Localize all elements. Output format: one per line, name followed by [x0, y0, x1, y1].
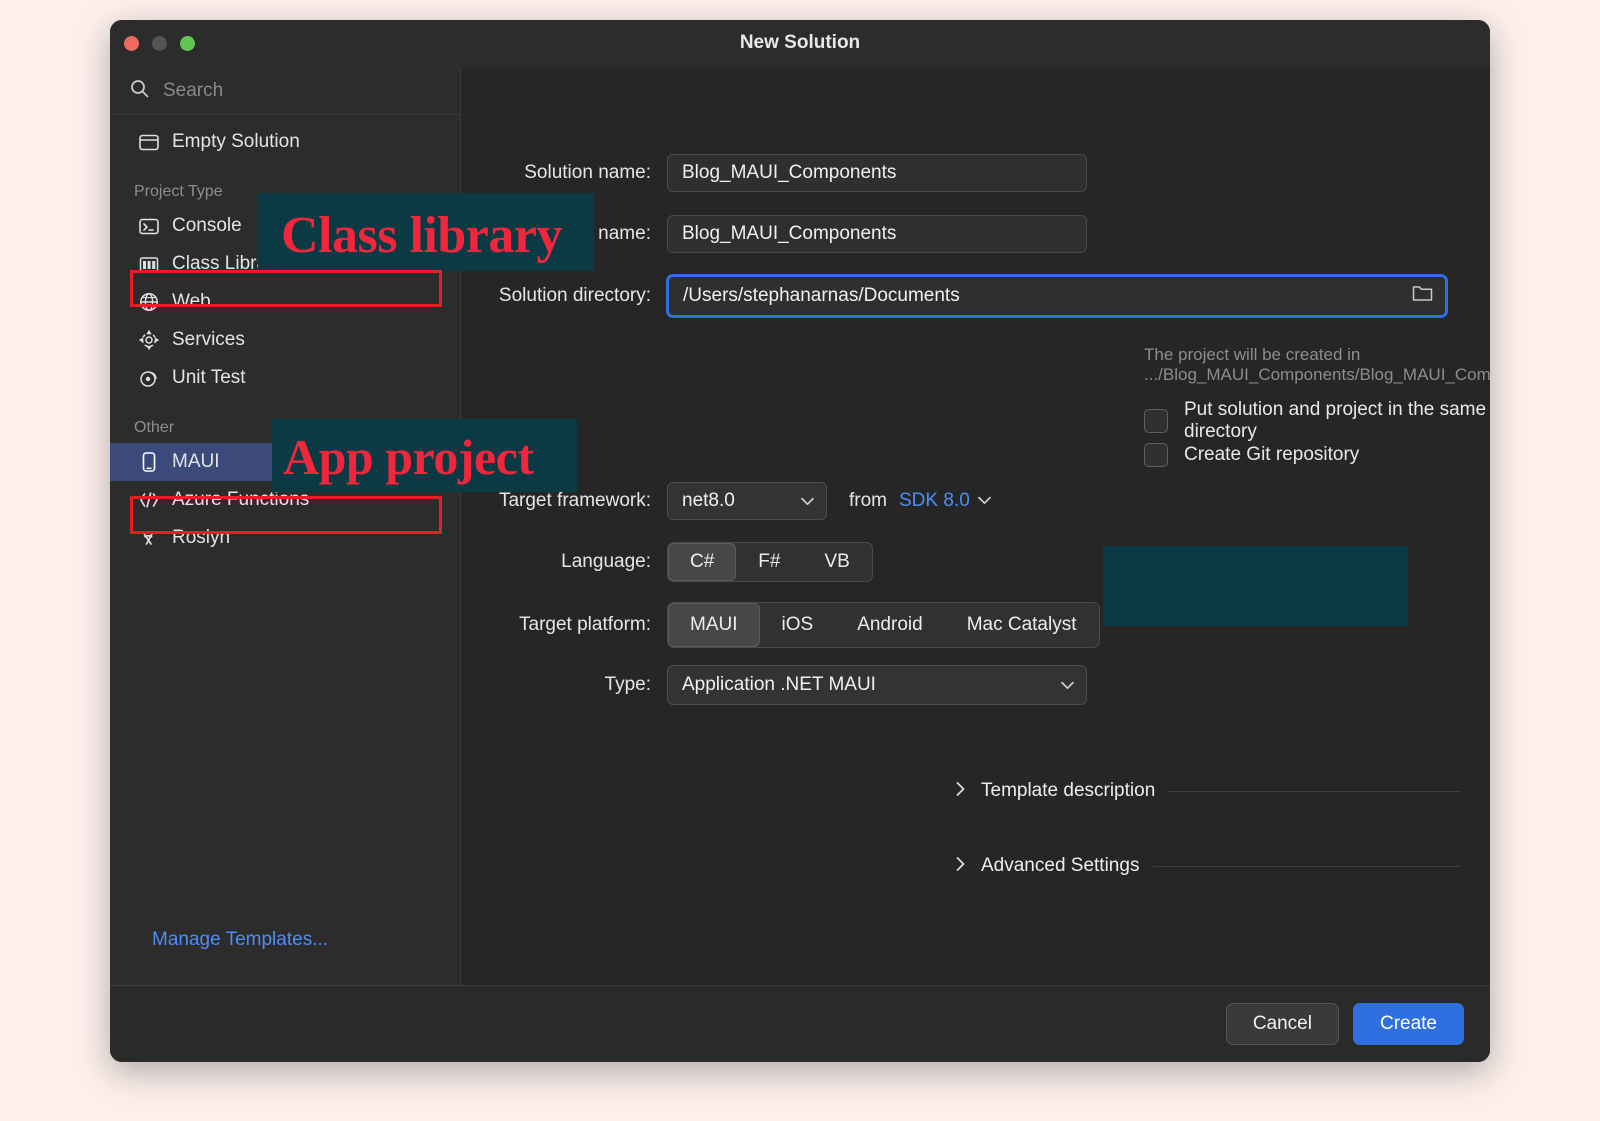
- type-select[interactable]: Application .NET MAUI: [667, 665, 1087, 705]
- highlight-class-library: [130, 270, 442, 307]
- language-segmented-control[interactable]: C# F# VB: [667, 542, 873, 582]
- divider: [1153, 865, 1460, 867]
- target-framework-select[interactable]: net8.0: [667, 482, 827, 520]
- type-value: Application .NET MAUI: [682, 674, 876, 695]
- template-description-disclosure[interactable]: Template description: [956, 780, 1460, 802]
- test-icon: [138, 367, 160, 389]
- type-row: Type: Application .NET MAUI: [461, 665, 1087, 705]
- target-platform-row: Target platform: MAUI iOS Android Mac Ca…: [461, 602, 1100, 648]
- language-label: Language:: [561, 551, 651, 572]
- solution-name-input[interactable]: [667, 154, 1087, 192]
- target-platform-segmented-control[interactable]: MAUI iOS Android Mac Catalyst: [667, 602, 1100, 648]
- divider: [1169, 790, 1460, 792]
- highlight-maui: [130, 496, 442, 534]
- project-name-input[interactable]: [667, 215, 1087, 253]
- page-title: New Solution: [739, 32, 861, 53]
- chevron-right-icon: [956, 781, 965, 801]
- create-button[interactable]: Create: [1352, 1003, 1464, 1045]
- target-platform-option-mac-catalyst[interactable]: Mac Catalyst: [945, 603, 1099, 647]
- target-platform-option-maui[interactable]: MAUI: [668, 603, 760, 647]
- solution-directory-label: Solution directory:: [498, 285, 651, 306]
- chevron-right-icon: [956, 856, 965, 876]
- sidebar-item-unit-test[interactable]: Unit Test: [110, 359, 460, 397]
- manage-templates-link[interactable]: Manage Templates...: [110, 929, 460, 985]
- target-platform-option-android[interactable]: Android: [835, 603, 945, 647]
- form-pane: Solution name: Project name: Solution di…: [461, 68, 1490, 985]
- folder-icon[interactable]: [1412, 285, 1433, 308]
- language-row: Language: C# F# VB: [461, 542, 873, 582]
- advanced-settings-disclosure[interactable]: Advanced Settings: [956, 855, 1460, 877]
- cancel-button[interactable]: Cancel: [1225, 1003, 1339, 1045]
- target-framework-value: net8.0: [682, 490, 735, 511]
- create-git-label: Create Git repository: [1184, 444, 1360, 465]
- sidebar-item-services[interactable]: Services: [110, 321, 460, 359]
- solution-name-row: Solution name:: [461, 154, 1461, 192]
- sidebar-item-label: Services: [172, 329, 245, 350]
- annotation-app-project: App project: [283, 429, 534, 485]
- sidebar-item-label: Unit Test: [172, 367, 246, 388]
- chevron-down-icon: [1045, 674, 1074, 696]
- solution-name-label: Solution name:: [524, 162, 651, 183]
- target-platform-label: Target platform:: [519, 614, 651, 635]
- chevron-down-icon[interactable]: [977, 492, 991, 510]
- create-git-checkbox-row[interactable]: Create Git repository: [1144, 443, 1359, 467]
- solution-directory-input[interactable]: [667, 275, 1447, 317]
- new-solution-dialog: New Solution Search Empty Solution Proje…: [110, 20, 1490, 1062]
- template-description-label: Template description: [981, 780, 1156, 801]
- phone-icon: [138, 451, 160, 473]
- sidebar-item-label: Empty Solution: [172, 131, 300, 152]
- same-directory-checkbox-row[interactable]: Put solution and project in the same dir…: [1144, 399, 1490, 443]
- solution-directory-row: Solution directory:: [461, 275, 1471, 317]
- sdk-version-link[interactable]: SDK 8.0: [899, 490, 970, 512]
- gear-icon: [138, 329, 160, 351]
- search-input[interactable]: [161, 79, 405, 103]
- window-icon: [138, 131, 160, 153]
- sidebar-item-empty-solution[interactable]: Empty Solution: [110, 123, 460, 161]
- create-git-checkbox[interactable]: [1144, 443, 1168, 467]
- same-directory-checkbox[interactable]: [1144, 409, 1168, 433]
- target-framework-label: Target framework:: [498, 490, 651, 511]
- target-platform-option-ios[interactable]: iOS: [760, 603, 836, 647]
- project-name-row: Project name:: [461, 215, 1461, 253]
- solution-directory-field-wrap: [667, 275, 1447, 317]
- language-option-fsharp[interactable]: F#: [736, 543, 802, 581]
- search-icon: [130, 79, 149, 103]
- language-option-csharp[interactable]: C#: [668, 543, 737, 581]
- window-titlebar: New Solution: [110, 20, 1490, 68]
- language-option-vb[interactable]: VB: [802, 543, 871, 581]
- creation-path-hint: The project will be created in .../Blog_…: [1144, 345, 1490, 384]
- search-bar[interactable]: [110, 68, 460, 115]
- terminal-icon: [138, 215, 160, 237]
- from-label: from: [849, 490, 887, 511]
- same-directory-label: Put solution and project in the same dir…: [1184, 399, 1487, 442]
- type-label: Type:: [604, 674, 651, 695]
- redaction-box-3: [1103, 546, 1408, 626]
- chevron-down-icon: [785, 490, 814, 512]
- sidebar-item-label: Console: [172, 215, 242, 236]
- sidebar-item-label: MAUI: [172, 451, 220, 472]
- annotation-class-library: Class library: [281, 207, 562, 264]
- advanced-settings-label: Advanced Settings: [981, 855, 1140, 876]
- dialog-footer: Cancel Create: [110, 985, 1490, 1062]
